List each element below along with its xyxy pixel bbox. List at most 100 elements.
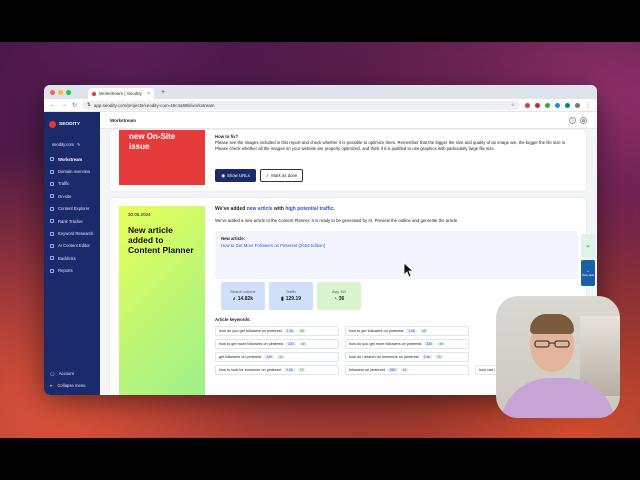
- sidebar-item-traffic[interactable]: Traffic: [44, 178, 100, 190]
- user-icon: ◯: [50, 370, 55, 376]
- keyword-item[interactable]: how do you get more followers on pintere…: [345, 339, 469, 349]
- content-explorer-icon: [50, 206, 54, 211]
- sidebar-nav: Workstream Domain overview Traffic On-si…: [44, 153, 100, 277]
- new-task-label: New task: [581, 273, 595, 277]
- show-urls-button[interactable]: ◉ Show URLs: [215, 169, 256, 182]
- keyword-volume-badge: 1.6k: [406, 329, 417, 333]
- tab-close-icon[interactable]: ×: [147, 91, 150, 97]
- sidebar-item-rank-tracker[interactable]: Rank Tracker: [44, 215, 100, 227]
- headline-text: We've added: [215, 206, 247, 212]
- mark-as-done-button[interactable]: ✓ Mark as done: [260, 169, 303, 182]
- extension-icon[interactable]: [545, 102, 550, 108]
- extension-icon[interactable]: [555, 102, 560, 108]
- keyword-kd-badge: 40: [298, 329, 306, 333]
- keyword-item[interactable]: how to look for someone on pinterest 1.6k…: [215, 365, 339, 375]
- keyword-item[interactable]: how to get more followers on pinterest 32…: [215, 339, 339, 349]
- keyword-volume-badge: 140: [264, 355, 274, 359]
- extension-icon[interactable]: [525, 102, 530, 108]
- webcam-overlay: [496, 296, 620, 418]
- collapse-label: Collapse menu: [57, 382, 86, 388]
- forward-icon[interactable]: →: [61, 102, 67, 108]
- brand-logo[interactable]: SEODITY: [44, 121, 100, 128]
- bar-chart-icon: ▮: [280, 296, 284, 302]
- extension-icon[interactable]: [565, 102, 570, 108]
- search-icon: ⌕: [232, 296, 236, 302]
- card-date: 30.05.2024: [128, 212, 151, 217]
- sidebar-item-reports[interactable]: Reports: [44, 265, 100, 277]
- letterbox-bottom: [0, 438, 640, 480]
- page-title: Workstream: [110, 117, 136, 123]
- mouse-cursor-icon: [403, 262, 413, 278]
- new-article-label: New article:: [221, 236, 246, 241]
- domain-label: seodity.com: [52, 142, 75, 147]
- help-icon[interactable]: ?: [569, 116, 576, 124]
- hero-title: New article added to Content Planner: [128, 225, 194, 255]
- new-tab-button[interactable]: +: [161, 89, 165, 96]
- keyword-text: how do i search for someone on pinterest: [349, 355, 419, 359]
- keyword-volume-badge: 1.3k: [284, 329, 296, 333]
- glasses-icon: [534, 340, 570, 348]
- url-field[interactable]: ⇅ app.seodity.com/projects/seodity-com-4…: [82, 100, 520, 110]
- new-article-hero: 30.05.2024 New article added to Content …: [119, 206, 205, 395]
- sidebar-item-label: Keyword Research: [58, 231, 94, 237]
- sidebar-item-label: Domain overview: [58, 169, 91, 175]
- sidebar-item-backlinks[interactable]: Backlinks: [44, 252, 100, 264]
- keyword-text: how do you get followers on pinterest: [219, 329, 282, 333]
- sidebar-bottom: ◯ Account ⇤ Collapse menu: [50, 367, 85, 391]
- headline-highlight: high potential traffic: [285, 206, 334, 212]
- site-info-icon[interactable]: ⇅: [87, 102, 91, 108]
- sidebar-item-ai-content-editor[interactable]: AI Content Editor: [44, 240, 100, 252]
- sidebar-item-label: Content Explorer: [58, 206, 90, 212]
- sidebar-item-workstream[interactable]: Workstream: [44, 153, 100, 165]
- keyword-item[interactable]: how do i search for someone on pinterest…: [345, 352, 469, 362]
- workstream-icon: [50, 157, 54, 162]
- profile-avatar-icon[interactable]: [575, 102, 580, 108]
- side-widget-notes[interactable]: ▤: [581, 234, 595, 258]
- close-window-button[interactable]: [50, 89, 55, 95]
- keyword-kd-badge: 49: [437, 342, 445, 346]
- reload-icon[interactable]: ↻: [72, 102, 77, 109]
- url-text: app.seodity.com/projects/seodity-com-40c…: [93, 102, 215, 108]
- keyword-volume-badge: 880: [387, 368, 398, 372]
- new-task-button[interactable]: + New task: [581, 260, 595, 286]
- sidebar-item-domain-overview[interactable]: Domain overview: [44, 165, 100, 177]
- keyword-volume-badge: 1.6k: [284, 368, 295, 372]
- backlinks-icon: [50, 256, 54, 261]
- new-article-box: New article: How to Get More Followers o…: [215, 231, 578, 279]
- onsite-issue-card: new On-Site issue How to fix? Please see…: [110, 130, 586, 191]
- keyword-kd-badge: 40: [298, 342, 307, 346]
- metric-traffic: Traffic ▮ 129.19: [269, 282, 313, 310]
- new-article-link[interactable]: How to Get More Followers on Pinterest (…: [221, 243, 572, 248]
- webcam-person-hair: [530, 314, 574, 334]
- metric-value: ▮ 129.19: [281, 296, 301, 302]
- back-icon[interactable]: ←: [50, 102, 56, 108]
- collapse-menu-button[interactable]: ⇤ Collapse menu: [50, 379, 85, 391]
- account-label: Account: [58, 370, 74, 376]
- metric-number: 129.19: [285, 296, 302, 302]
- keyword-item[interactable]: get followers on pinterest 140 44: [215, 352, 339, 362]
- sidebar-item-keyword-research[interactable]: Keyword Research: [44, 227, 100, 239]
- settings-icon[interactable]: ⚙: [580, 116, 587, 124]
- browser-menu-icon[interactable]: ⋮: [585, 102, 591, 109]
- keyword-item[interactable]: how do you get followers on pinterest 1.3…: [215, 326, 339, 336]
- traffic-icon: [50, 181, 54, 186]
- metrics-row: Search volume ⌕ 14.82k Traffic ▮ 129.19 Av…: [221, 282, 361, 310]
- keyword-item[interactable]: how to get followers on pinterest 1.6k 48: [345, 326, 469, 336]
- keyword-kd-badge: 23: [297, 368, 306, 372]
- card-description: We've added a new article to the Content…: [215, 218, 459, 223]
- edit-icon[interactable]: ✎: [77, 142, 81, 147]
- headline-text: .: [333, 206, 335, 212]
- maximize-window-button[interactable]: [66, 89, 71, 95]
- tab-title: Workstream | Seodity: [99, 91, 142, 96]
- sidebar-item-on-site[interactable]: On-site: [44, 190, 100, 202]
- browser-tab[interactable]: Workstream | Seodity ×: [88, 88, 154, 99]
- top-bar: Workstream ? ⚙: [100, 112, 597, 129]
- extension-icon[interactable]: [535, 102, 540, 108]
- domain-selector[interactable]: seodity.com ✎: [44, 128, 100, 147]
- onsite-issue-hero: new On-Site issue: [119, 130, 205, 185]
- keyword-item[interactable]: followers on pinterest 880 44: [345, 365, 469, 375]
- bookmark-star-icon[interactable]: ☆: [511, 102, 515, 108]
- account-link[interactable]: ◯ Account: [50, 367, 85, 379]
- sidebar-item-content-explorer[interactable]: Content Explorer: [44, 203, 100, 215]
- minimize-window-button[interactable]: [58, 89, 63, 95]
